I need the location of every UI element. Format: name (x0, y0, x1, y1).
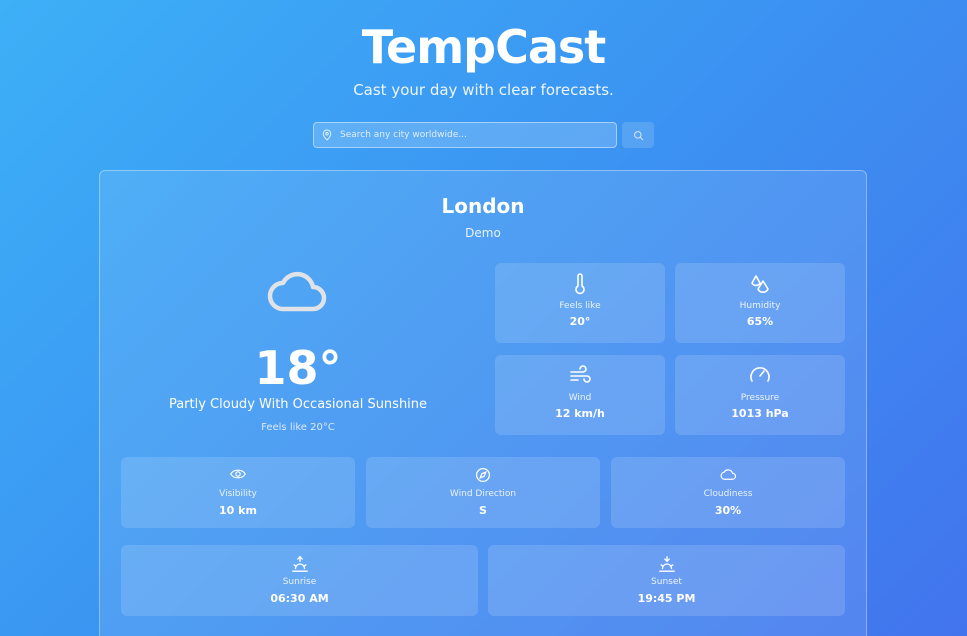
detail-tile-feels-like: Feels like 20° (495, 263, 665, 343)
cloud-icon (611, 467, 845, 481)
current-temperature: 18° (254, 341, 342, 395)
tile-label: Pressure (740, 393, 780, 403)
thermometer-icon (495, 273, 665, 295)
tile-value: 12 km/h (555, 407, 605, 420)
tile-label: Humidity (739, 301, 781, 311)
sun-tile-sunrise: Sunrise 06:30 AM (121, 545, 478, 616)
detail-tile-wind: Wind 12 km/h (495, 355, 665, 435)
city-name: London (441, 194, 525, 218)
sunset-icon (488, 555, 845, 573)
sunrise-icon (121, 555, 478, 573)
tile-label: Cloudiness (703, 489, 753, 499)
tile-value: 10 km (219, 504, 257, 517)
tile-value: 20° (569, 315, 591, 328)
detail-tile-pressure: Pressure 1013 hPa (675, 355, 845, 435)
tile-label: Feels like (559, 301, 601, 311)
tile-value: 30% (714, 504, 742, 517)
tile-value: 19:45 PM (637, 592, 696, 605)
gauge-icon (675, 365, 845, 385)
detail-tile-humidity: Humidity 65% (675, 263, 845, 343)
eye-icon (121, 467, 355, 481)
tile-label: Wind Direction (449, 489, 517, 499)
tile-value: 06:30 AM (270, 592, 329, 605)
compass-icon (366, 467, 600, 483)
extra-tile-visibility: Visibility 10 km (121, 457, 355, 528)
map-pin-icon (314, 123, 340, 147)
country-label: Demo (465, 226, 501, 240)
cloud-icon (265, 267, 329, 315)
tile-label: Sunset (651, 577, 682, 587)
app-title: TempCast (361, 20, 607, 74)
tile-value: S (479, 504, 487, 517)
search-input[interactable] (340, 123, 616, 147)
search-box (313, 122, 617, 148)
weather-description: Partly Cloudy With Occasional Sunshine (168, 397, 428, 412)
wind-icon (495, 365, 665, 385)
extra-tile-wind-direction: Wind Direction S (366, 457, 600, 528)
tile-label: Visibility (219, 489, 257, 499)
droplets-icon (675, 273, 845, 295)
tile-label: Wind (568, 393, 592, 403)
tile-value: 65% (746, 315, 774, 328)
extra-tile-cloudiness: Cloudiness 30% (611, 457, 845, 528)
weather-card: London Demo 18° Partly Cloudy With Occas… (99, 170, 867, 636)
search-icon (633, 130, 644, 141)
tagline: Cast your day with clear forecasts. (353, 81, 614, 99)
sun-tile-sunset: Sunset 19:45 PM (488, 545, 845, 616)
feels-like-text: Feels like 20°C (261, 422, 335, 433)
tile-value: 1013 hPa (731, 407, 789, 420)
search-button[interactable] (622, 122, 654, 148)
tile-label: Sunrise (282, 577, 317, 587)
